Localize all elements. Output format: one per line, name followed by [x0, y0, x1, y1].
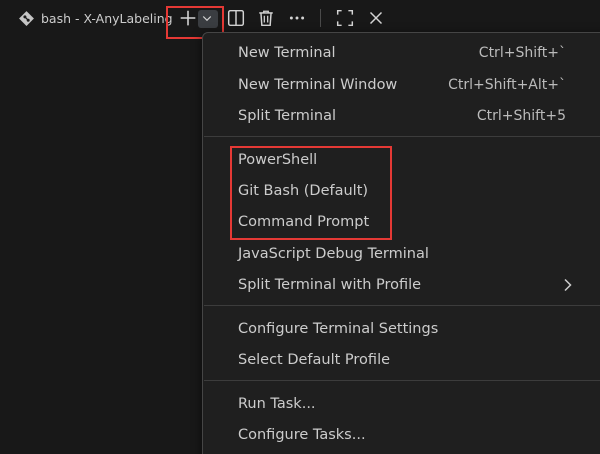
profiles-highlight-box [230, 146, 392, 240]
menu-item-label: Split Terminal with Profile [238, 277, 422, 293]
menu-item-label: Configure Terminal Settings [238, 321, 439, 337]
menu-item-configure-tasks[interactable]: Configure Tasks... [203, 420, 586, 450]
menu-item-label: Run Task... [238, 396, 316, 412]
maximize-icon [336, 9, 354, 27]
menu-item-label: New Terminal [238, 45, 336, 61]
menu-item-keybind: Ctrl+Shift+5 [476, 108, 566, 124]
menu-item-javascript-debug-terminal[interactable]: JavaScript Debug Terminal [203, 239, 586, 269]
menu-separator [204, 380, 600, 381]
menu-item-configure-terminal-settings[interactable]: Configure Terminal Settings [203, 314, 586, 344]
menu-item-label: JavaScript Debug Terminal [238, 246, 429, 262]
new-terminal-dropdown-menu: New Terminal Ctrl+Shift+` New Terminal W… [202, 32, 600, 454]
menu-item-split-terminal-with-profile[interactable]: Split Terminal with Profile [203, 270, 586, 300]
split-terminal-icon [227, 9, 245, 27]
close-panel-button[interactable] [365, 7, 387, 29]
menu-item-new-terminal[interactable]: New Terminal Ctrl+Shift+` [203, 38, 586, 68]
terminal-toolbar: bash - X-AnyLabeling [0, 0, 600, 39]
kill-terminal-button[interactable] [255, 7, 277, 29]
menu-separator [204, 305, 600, 306]
chevron-right-icon [564, 278, 572, 292]
menu-item-label: Split Terminal [238, 108, 337, 124]
trash-icon [259, 10, 273, 27]
menu-item-run-task[interactable]: Run Task... [203, 389, 586, 419]
maximize-panel-button[interactable] [334, 7, 356, 29]
split-terminal-button[interactable] [225, 7, 247, 29]
terminal-tab[interactable]: bash - X-AnyLabeling [18, 8, 173, 28]
menu-item-new-terminal-window[interactable]: New Terminal Window Ctrl+Shift+Alt+` [203, 70, 586, 100]
menu-item-keybind: Ctrl+Shift+Alt+` [448, 77, 566, 93]
menu-item-label: Configure Tasks... [238, 427, 366, 443]
more-actions-button[interactable] [286, 7, 308, 29]
menu-item-label: New Terminal Window [238, 77, 398, 93]
terminal-panel: bash - X-AnyLabeling New Terminal Ctrl+S… [0, 0, 600, 454]
menu-item-split-terminal[interactable]: Split Terminal Ctrl+Shift+5 [203, 101, 586, 131]
ellipsis-icon [289, 16, 305, 20]
menu-separator [204, 136, 600, 137]
menu-item-label: Select Default Profile [238, 352, 391, 368]
terminal-tab-title: bash - X-AnyLabeling [41, 10, 173, 26]
close-icon [369, 11, 383, 25]
toolbar-separator [320, 9, 321, 27]
menu-item-keybind: Ctrl+Shift+` [478, 45, 566, 61]
git-bash-diamond-icon [19, 10, 34, 26]
menu-item-select-default-profile[interactable]: Select Default Profile [203, 345, 586, 375]
